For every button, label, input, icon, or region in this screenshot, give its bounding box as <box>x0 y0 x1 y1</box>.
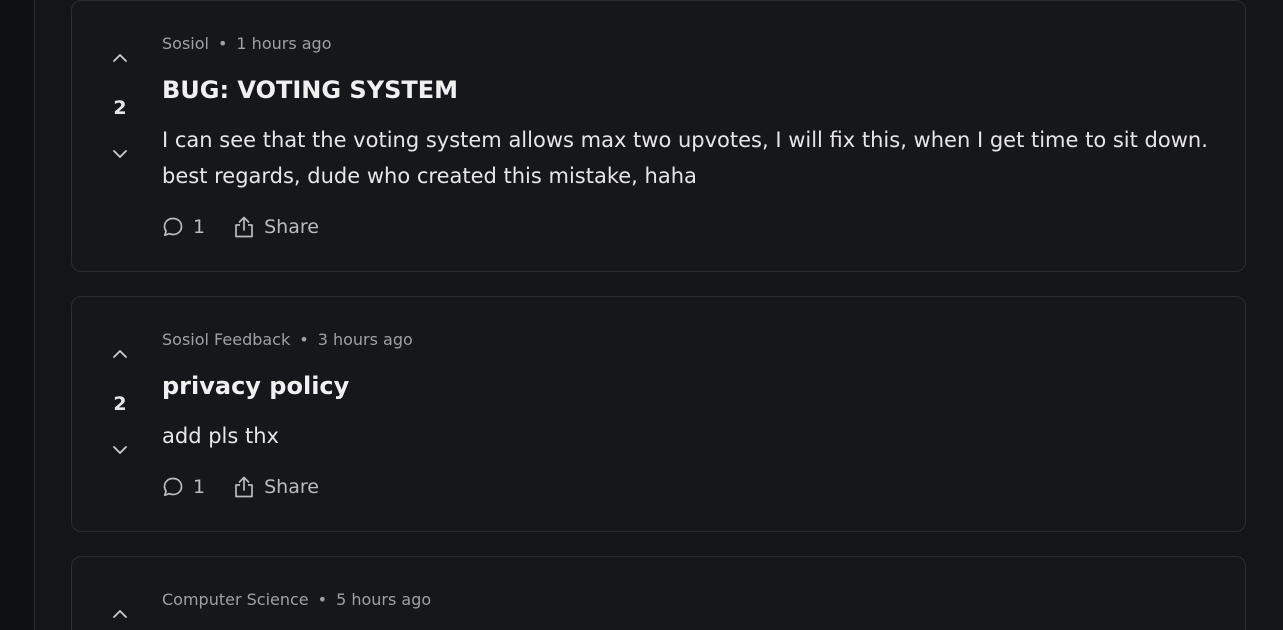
post-card[interactable]: 2 Sosiol Feedback • 3 hours ago privacy po… <box>71 296 1246 532</box>
post-card[interactable]: Computer Science • 5 hours ago <box>71 556 1246 630</box>
post-time: 1 hours ago <box>236 34 332 53</box>
post-title[interactable]: privacy policy <box>162 371 349 401</box>
left-sidebar-rail <box>0 0 35 630</box>
community-link[interactable]: Sosiol Feedback <box>162 330 290 349</box>
share-label: Share <box>264 216 319 238</box>
comment-count: 1 <box>193 476 206 498</box>
speech-bubble-icon <box>163 217 183 237</box>
chevron-up-icon <box>113 54 127 62</box>
comments-button[interactable]: 1 <box>162 215 205 239</box>
share-button[interactable]: Share <box>233 215 319 239</box>
post-meta: Sosiol • 1 hours ago <box>162 34 332 54</box>
chevron-down-icon <box>113 150 127 158</box>
chevron-up-icon <box>113 350 127 358</box>
upvote-button[interactable] <box>111 345 129 363</box>
post-card[interactable]: 2 Sosiol • 1 hours ago BUG: VOTING SYSTEM … <box>71 0 1246 272</box>
share-icon <box>235 476 253 498</box>
meta-separator: • <box>317 590 328 609</box>
speech-bubble-icon <box>163 477 183 497</box>
post-meta: Sosiol Feedback • 3 hours ago <box>162 330 413 350</box>
post-body: add pls thx <box>162 424 279 448</box>
chevron-up-icon <box>113 610 127 618</box>
post-meta: Computer Science • 5 hours ago <box>162 590 431 610</box>
community-link[interactable]: Sosiol <box>162 34 209 53</box>
share-label: Share <box>264 476 319 498</box>
downvote-button[interactable] <box>111 441 129 459</box>
comments-button[interactable]: 1 <box>162 475 205 499</box>
post-actions: 1 Share <box>162 215 347 239</box>
upvote-button[interactable] <box>111 49 129 67</box>
share-icon <box>235 216 253 238</box>
vote-column <box>102 603 138 630</box>
upvote-button[interactable] <box>111 605 129 623</box>
page: 2 Sosiol • 1 hours ago BUG: VOTING SYSTEM … <box>0 0 1283 630</box>
post-title[interactable]: BUG: VOTING SYSTEM <box>162 75 458 105</box>
post-body: I can see that the voting system allows … <box>162 128 1208 188</box>
vote-column: 2 <box>102 47 138 177</box>
vote-count: 2 <box>113 393 127 415</box>
comment-count: 1 <box>193 216 206 238</box>
post-time: 3 hours ago <box>317 330 413 349</box>
post-actions: 1 Share <box>162 475 347 499</box>
community-link[interactable]: Computer Science <box>162 590 309 609</box>
meta-separator: • <box>217 34 228 53</box>
downvote-button[interactable] <box>111 145 129 163</box>
vote-column: 2 <box>102 343 138 473</box>
chevron-down-icon <box>113 446 127 454</box>
meta-separator: • <box>299 330 309 349</box>
vote-count: 2 <box>113 97 127 119</box>
share-button[interactable]: Share <box>233 475 319 499</box>
post-time: 5 hours ago <box>336 590 432 609</box>
